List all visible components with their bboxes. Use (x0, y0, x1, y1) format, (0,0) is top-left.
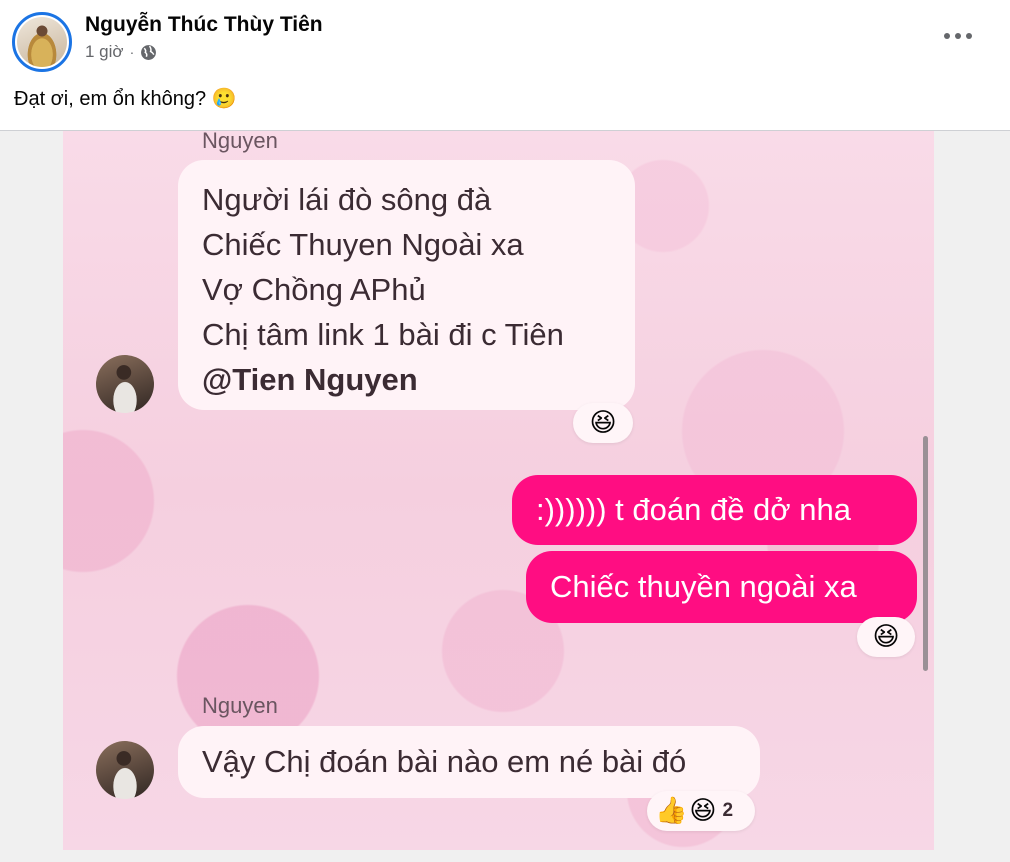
message-line: Chiếc Thuyen Ngoài xa (202, 227, 524, 262)
message-text: Chiếc thuyền ngoài xa (550, 569, 857, 604)
post-time[interactable]: 1 giờ (85, 42, 124, 62)
message-line: Chị tâm link 1 bài đi c Tiên (202, 317, 564, 352)
message-bubble: Vậy Chị đoán bài nào em né bài đó (178, 726, 760, 798)
post-meta: 1 giờ · (85, 42, 157, 62)
message-line: Vợ Chồng APhủ (202, 272, 426, 307)
globe-icon[interactable] (140, 44, 157, 61)
avatar (96, 741, 154, 799)
laughing-emoji-icon: 😆 (872, 622, 900, 652)
message-text: Vậy Chị đoán bài nào em né bài đó (202, 744, 687, 779)
post-image-container[interactable]: Nguyen Người lái đò sông đà Chiếc Thuyen… (0, 131, 1010, 862)
laughing-emoji-icon: 😆 (689, 796, 717, 826)
chat-screenshot[interactable]: Nguyen Người lái đò sông đà Chiếc Thuyen… (63, 131, 934, 850)
post-text: Đạt ơi, em ổn không? 🥲 (14, 88, 237, 110)
reaction-badge[interactable]: 👍 😆 2 (647, 791, 755, 831)
message-bubble: Người lái đò sông đà Chiếc Thuyen Ngoài … (178, 160, 635, 410)
message-text: :)))))) t đoán đề dở nha (536, 492, 851, 527)
outgoing-message-bubble: :)))))) t đoán đề dở nha (512, 475, 917, 545)
message-line: Người lái đò sông đà (202, 182, 492, 217)
outgoing-message-bubble: Chiếc thuyền ngoài xa (526, 551, 917, 623)
reaction-badge[interactable]: 😆 (857, 617, 915, 657)
reaction-badge[interactable]: 😆 (573, 403, 633, 443)
laughing-emoji-icon: 😆 (589, 408, 617, 438)
more-options-icon[interactable] (944, 26, 972, 46)
reaction-count: 2 (722, 800, 734, 821)
thumbs-up-emoji-icon: 👍 (655, 796, 688, 826)
sender-name: Nguyen (202, 693, 278, 718)
post-header: Nguyễn Thúc Thùy Tiên 1 giờ · Đạt ơi, em… (0, 0, 1010, 130)
author-name[interactable]: Nguyễn Thúc Thùy Tiên (85, 13, 323, 37)
mention[interactable]: @Tien Nguyen (202, 357, 611, 402)
avatar (96, 355, 154, 413)
sender-name: Nguyen (202, 131, 278, 153)
meta-separator: · (129, 44, 135, 60)
author-avatar[interactable] (12, 12, 72, 72)
scrollbar[interactable] (923, 436, 928, 671)
